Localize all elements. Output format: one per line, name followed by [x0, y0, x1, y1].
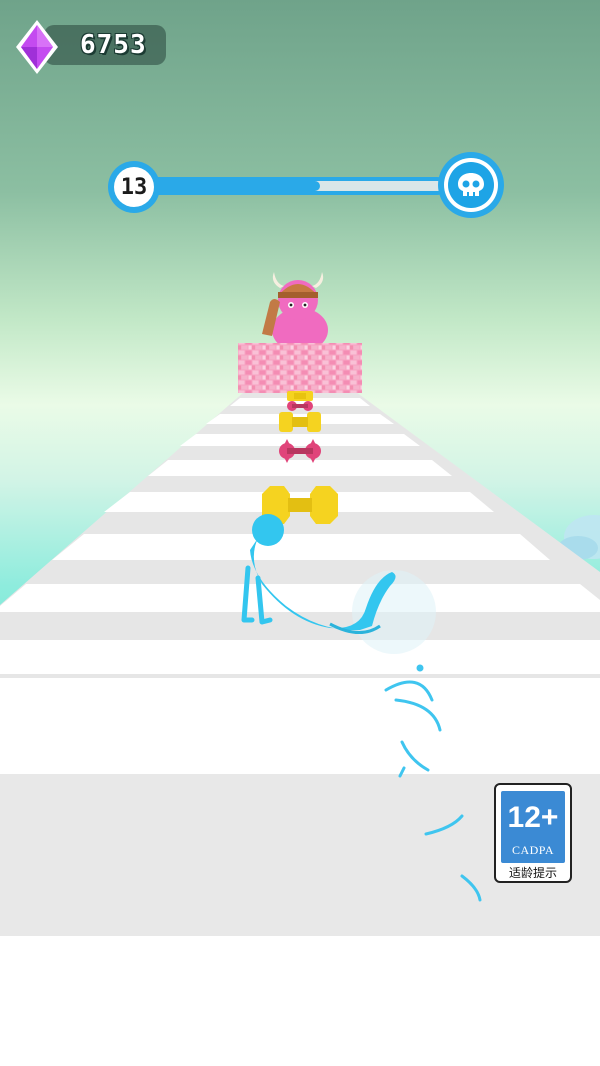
brick-wall	[238, 343, 362, 393]
gem-count: 6753	[80, 30, 147, 60]
level-number: 13	[120, 174, 148, 200]
age-rating-caption: 适龄提示	[508, 866, 557, 880]
progress-fill	[148, 181, 320, 191]
age-rating-panel: 12+ CADPA	[501, 791, 565, 863]
boss-badge	[438, 152, 504, 218]
age-rating-number: 12+	[507, 801, 559, 834]
gem-counter: 6753	[14, 18, 166, 74]
age-rating-badge: 12+ CADPA 适龄提示	[494, 783, 572, 883]
dumbbell-pickup-small	[287, 391, 313, 401]
level-progress-bar: 13	[106, 152, 506, 222]
level-badge: 13	[108, 161, 160, 213]
skull-icon	[458, 173, 484, 196]
progress-track	[146, 177, 446, 195]
age-rating-org: CADPA	[511, 843, 555, 857]
gem-icon	[16, 20, 58, 74]
